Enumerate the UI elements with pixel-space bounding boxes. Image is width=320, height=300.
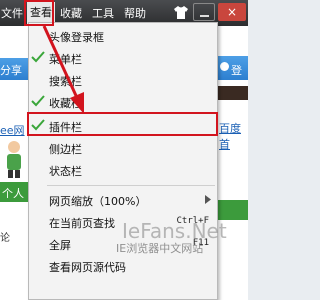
baidu-link[interactable]: 百度首 <box>219 120 248 152</box>
menu-item-statusbar[interactable]: 状态栏 <box>29 159 217 181</box>
page-left-link[interactable]: ee网 <box>0 122 25 138</box>
menu-item-view-source[interactable]: 查看网页源代码 <box>29 255 217 277</box>
menu-item-zoom[interactable]: 网页缩放（100%） <box>29 189 217 211</box>
menu-item-label: 查看网页源代码 <box>49 261 126 274</box>
minimize-button[interactable] <box>193 3 215 21</box>
menu-item-label: 状态栏 <box>49 165 82 178</box>
menu-item-label: 在当前页查找 <box>49 217 115 230</box>
avatar-icon <box>220 62 229 71</box>
menu-help[interactable]: 帮助 <box>124 5 146 21</box>
menu-separator <box>47 185 215 186</box>
menu-favorites[interactable]: 收藏 <box>60 5 82 21</box>
menu-item-label: 网页缩放（100%） <box>49 195 147 208</box>
menu-tools[interactable]: 工具 <box>92 5 114 21</box>
page-green-text: 个人 <box>2 187 24 200</box>
page-right-green-bar <box>218 200 248 220</box>
page-share-text: 分享 <box>0 64 22 77</box>
submenu-arrow-icon <box>205 195 211 204</box>
menu-file[interactable]: 文件 <box>1 5 23 21</box>
page-dark-strip <box>218 86 248 100</box>
menu-item-label: 侧边栏 <box>49 143 82 156</box>
red-arrow-icon <box>42 25 84 114</box>
menu-item-label: 全屏 <box>49 239 71 252</box>
close-button[interactable]: × <box>218 3 246 21</box>
skin-shirt-icon[interactable] <box>174 6 188 19</box>
watermark-subtitle: IE浏览器中文网站 <box>116 242 204 255</box>
person-illustration-icon <box>7 141 21 178</box>
menu-item-sidebar[interactable]: 侧边栏 <box>29 137 217 159</box>
page-bottom-text: 论 <box>0 233 10 244</box>
